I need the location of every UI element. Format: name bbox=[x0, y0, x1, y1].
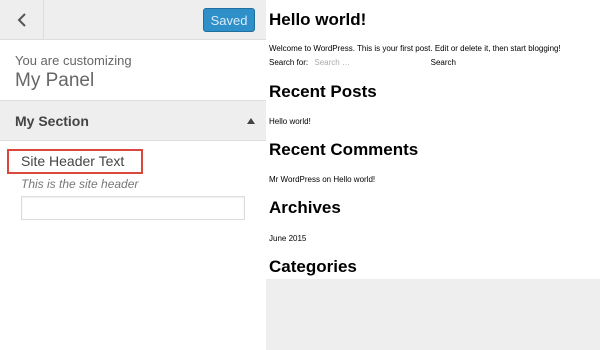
saved-button[interactable]: Saved bbox=[203, 8, 255, 32]
chevron-left-icon bbox=[17, 12, 26, 27]
customizer-header: Saved bbox=[0, 0, 266, 40]
customizing-label: You are customizing bbox=[15, 53, 132, 68]
post-title[interactable]: Hello world! bbox=[269, 10, 366, 30]
comment-author: Mr WordPress bbox=[269, 175, 320, 184]
control-description: This is the site header bbox=[21, 177, 139, 191]
recent-post-item[interactable]: Hello world! bbox=[269, 117, 311, 126]
search-button[interactable]: Search bbox=[431, 58, 456, 67]
panel-info: You are customizing My Panel bbox=[0, 40, 266, 101]
site-header-text-input[interactable] bbox=[21, 196, 245, 220]
archives-heading: Archives bbox=[269, 198, 341, 217]
search-label: Search for: bbox=[269, 58, 309, 67]
comment-post-link[interactable]: Hello world! bbox=[333, 175, 375, 184]
categories-heading: Categories bbox=[269, 257, 357, 276]
preview-page: Hello world! Welcome to WordPress. This … bbox=[266, 0, 600, 279]
back-button[interactable] bbox=[0, 0, 44, 39]
comment-on: on bbox=[322, 175, 332, 184]
section-content: Site Header Text This is the site header bbox=[0, 141, 266, 350]
panel-title: My Panel bbox=[15, 70, 95, 91]
recent-comment-item: Mr WordPress on Hello world! bbox=[269, 175, 375, 184]
post-excerpt: Welcome to WordPress. This is your first… bbox=[269, 44, 561, 53]
arrow-up-icon[interactable] bbox=[247, 118, 255, 124]
customizer-sidebar: Saved You are customizing My Panel My Se… bbox=[0, 0, 266, 350]
preview-frame: Hello world! Welcome to WordPress. This … bbox=[266, 0, 600, 350]
section-title: My Section bbox=[15, 113, 89, 129]
control-label-site-header-text: Site Header Text bbox=[7, 149, 143, 174]
search-form: Search for: Search … Search bbox=[269, 58, 456, 67]
recent-comments-heading: Recent Comments bbox=[269, 140, 419, 159]
search-input[interactable]: Search … bbox=[314, 58, 424, 67]
archive-item[interactable]: June 2015 bbox=[269, 234, 306, 243]
section-my-section[interactable]: My Section bbox=[0, 101, 266, 141]
recent-posts-heading: Recent Posts bbox=[269, 82, 377, 101]
